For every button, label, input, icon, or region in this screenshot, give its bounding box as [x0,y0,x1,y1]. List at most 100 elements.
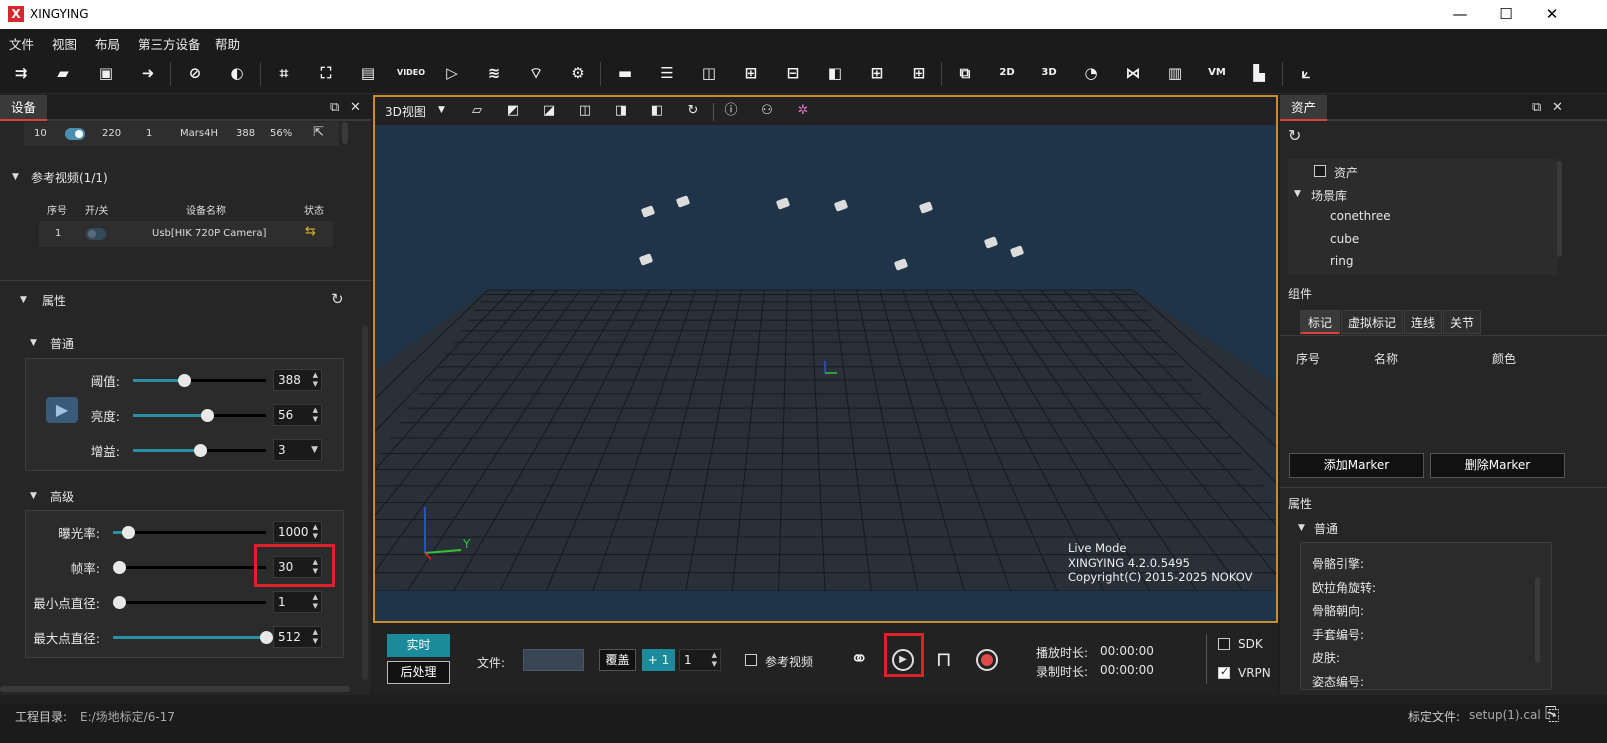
scene-lib-node[interactable]: 场景库 [1311,187,1347,204]
link-icon[interactable]: ⚭ [850,647,868,672]
minimize-button[interactable]: — [1437,0,1483,29]
menu-view[interactable]: 视图 [52,34,77,53]
vm-icon[interactable]: VM [1204,61,1230,85]
view-markers-icon[interactable]: ✲ [793,102,813,120]
advanced-collapse-icon[interactable]: ▼ [30,491,37,501]
ref-video-toggle[interactable] [86,228,106,240]
normal-param-spinbox[interactable]: 3 ▼ [273,439,322,461]
layout-4-icon[interactable]: ⊟ [780,61,806,85]
tab-assets[interactable]: 资产 [1280,95,1327,121]
layout-5-icon[interactable]: ◧ [822,61,848,85]
axis-icon[interactable]: ⟀ [1293,61,1319,85]
view-info-icon[interactable]: ⓘ [721,102,741,120]
settings-icon[interactable]: ⚙ [565,61,591,85]
advanced-param-slider-knob[interactable] [260,631,273,644]
advanced-param-spinbox[interactable]: 512 ▲ ▼ [273,626,322,648]
ref-video-row[interactable]: 1 Usb[HIK 720P Camera] ⇆ [39,221,333,247]
assets-close-icon[interactable]: ✕ [1552,100,1563,115]
advanced-param-spinbox[interactable]: 1 ▲ ▼ [273,591,322,613]
advanced-param-slider-knob[interactable] [113,596,126,609]
tab-joints[interactable]: 关节 [1443,310,1481,334]
normal-param-slider[interactable] [133,444,266,457]
sdk-checkbox[interactable] [1218,638,1230,650]
view-back-icon[interactable]: ◩ [503,102,523,120]
normal-param-spinbox[interactable]: 388 ▲ ▼ [273,369,322,391]
normal-collapse-icon[interactable]: ▼ [30,338,37,348]
refresh-icon[interactable]: ↻ [331,290,344,308]
left-panel-scrollbar[interactable] [362,325,368,680]
advanced-param-slider-knob[interactable] [113,561,126,574]
normal-param-slider[interactable] [133,409,266,422]
layout-2-icon[interactable]: ◫ [696,61,722,85]
assets-refresh-icon[interactable]: ↻ [1288,126,1301,145]
scene-lib-collapse-icon[interactable]: ▼ [1294,189,1301,199]
normal-param-slider-knob[interactable] [193,444,207,457]
normal-param-slider[interactable] [133,374,266,387]
realtime-button[interactable]: 实时 [387,634,450,657]
layout-6-icon[interactable]: ⊞ [864,61,890,85]
monitor-icon[interactable]: ▬ [612,61,638,85]
unlock-icon[interactable]: ⊓ [936,647,952,671]
assets-float-icon[interactable]: ⧉ [1532,100,1541,115]
scene-item[interactable]: conethree [1330,209,1391,223]
graph-icon[interactable]: ⋈ [1120,61,1146,85]
left-panel-hscrollbar[interactable] [0,686,350,692]
ref-video-checkbox[interactable] [745,654,757,666]
gauge-icon[interactable]: ◔ [1078,61,1104,85]
cover-button[interactable]: 覆盖 [599,649,636,671]
view-top-icon[interactable]: ◪ [539,102,559,120]
close-panel-icon[interactable]: ✕ [350,100,361,115]
record-button-icon[interactable] [976,649,998,671]
maximize-button[interactable]: ☐ [1483,0,1529,29]
camera-list-scrollbar[interactable] [342,122,348,144]
assets-checkbox[interactable] [1314,165,1326,177]
normal-param-arrows-icon[interactable]: ▼ [311,441,318,459]
advanced-param-slider[interactable] [113,526,266,539]
vrpn-checkbox[interactable] [1218,665,1230,679]
tab-devices[interactable]: 设备 [0,95,47,121]
ref-video-collapse-icon[interactable]: ▼ [12,172,19,182]
asset-tree-scrollbar[interactable] [1557,161,1562,257]
count-spinbox[interactable]: 1 ▲ ▼ [679,649,721,671]
plus-one-button[interactable]: + 1 [642,649,675,671]
open-icon[interactable]: ⇉ [8,61,34,85]
hide-icon[interactable]: ⊘ [182,61,208,85]
menu-help[interactable]: 帮助 [215,34,240,53]
add-marker-button[interactable]: 添加Marker [1289,453,1424,478]
props-collapse-icon[interactable]: ▼ [20,295,27,305]
crop-icon[interactable]: ⌗ [271,61,297,85]
view-mode-dropdown-icon[interactable]: ▼ [438,105,445,115]
advanced-param-slider[interactable] [113,631,273,644]
advanced-param-arrows-icon[interactable]: ▲ ▼ [313,523,318,541]
advanced-param-arrows-icon[interactable]: ▲ ▼ [313,628,318,646]
menu-file[interactable]: 文件 [9,34,34,53]
view-mode-label[interactable]: 3D视图 [385,103,426,120]
camera-toggle[interactable] [65,128,85,140]
advanced-param-arrows-icon[interactable]: ▲ ▼ [313,593,318,611]
menu-layout[interactable]: 布局 [95,34,120,53]
3d-viewport[interactable]: 3D视图 ▼ ▱ ◩ ◪ ◫ ◨ ◧ ↻ ⓘ ⚇ ✲ Y Live Mode X… [373,95,1278,623]
measure-icon[interactable]: ▤ [355,61,381,85]
layout-3-icon[interactable]: ⊞ [738,61,764,85]
tab-markers[interactable]: 标记 [1300,310,1340,334]
view-drone-icon[interactable]: ⚇ [757,102,777,120]
view-reset-icon[interactable]: ↻ [683,102,703,120]
2d-icon[interactable]: 2D [994,61,1020,85]
float-icon[interactable]: ⧉ [330,100,339,115]
normal-param-arrows-icon[interactable]: ▲ ▼ [313,371,318,389]
view-left-icon[interactable]: ◨ [611,102,631,120]
postprocess-button[interactable]: 后处理 [387,661,450,684]
record-icon[interactable]: ⧉ [952,61,978,85]
play-button-icon[interactable]: ▶ [892,649,914,671]
close-button[interactable]: ✕ [1529,0,1575,29]
calibrate-icon[interactable]: ◐ [224,61,250,85]
delete-marker-button[interactable]: 删除Marker [1430,453,1565,478]
right-normal-collapse-icon[interactable]: ▼ [1298,523,1305,533]
advanced-param-slider[interactable] [113,561,266,574]
camera-row[interactable]: 10 220 1 Mars4H 388 56% ⇱ [24,122,339,146]
props-scrollbar[interactable] [1535,577,1540,663]
document-icon[interactable]: ▙ [1246,61,1272,85]
menu-third-party[interactable]: 第三方设备 [138,34,201,53]
normal-param-arrows-icon[interactable]: ▲ ▼ [313,406,318,424]
layout-1-icon[interactable]: ☰ [654,61,680,85]
